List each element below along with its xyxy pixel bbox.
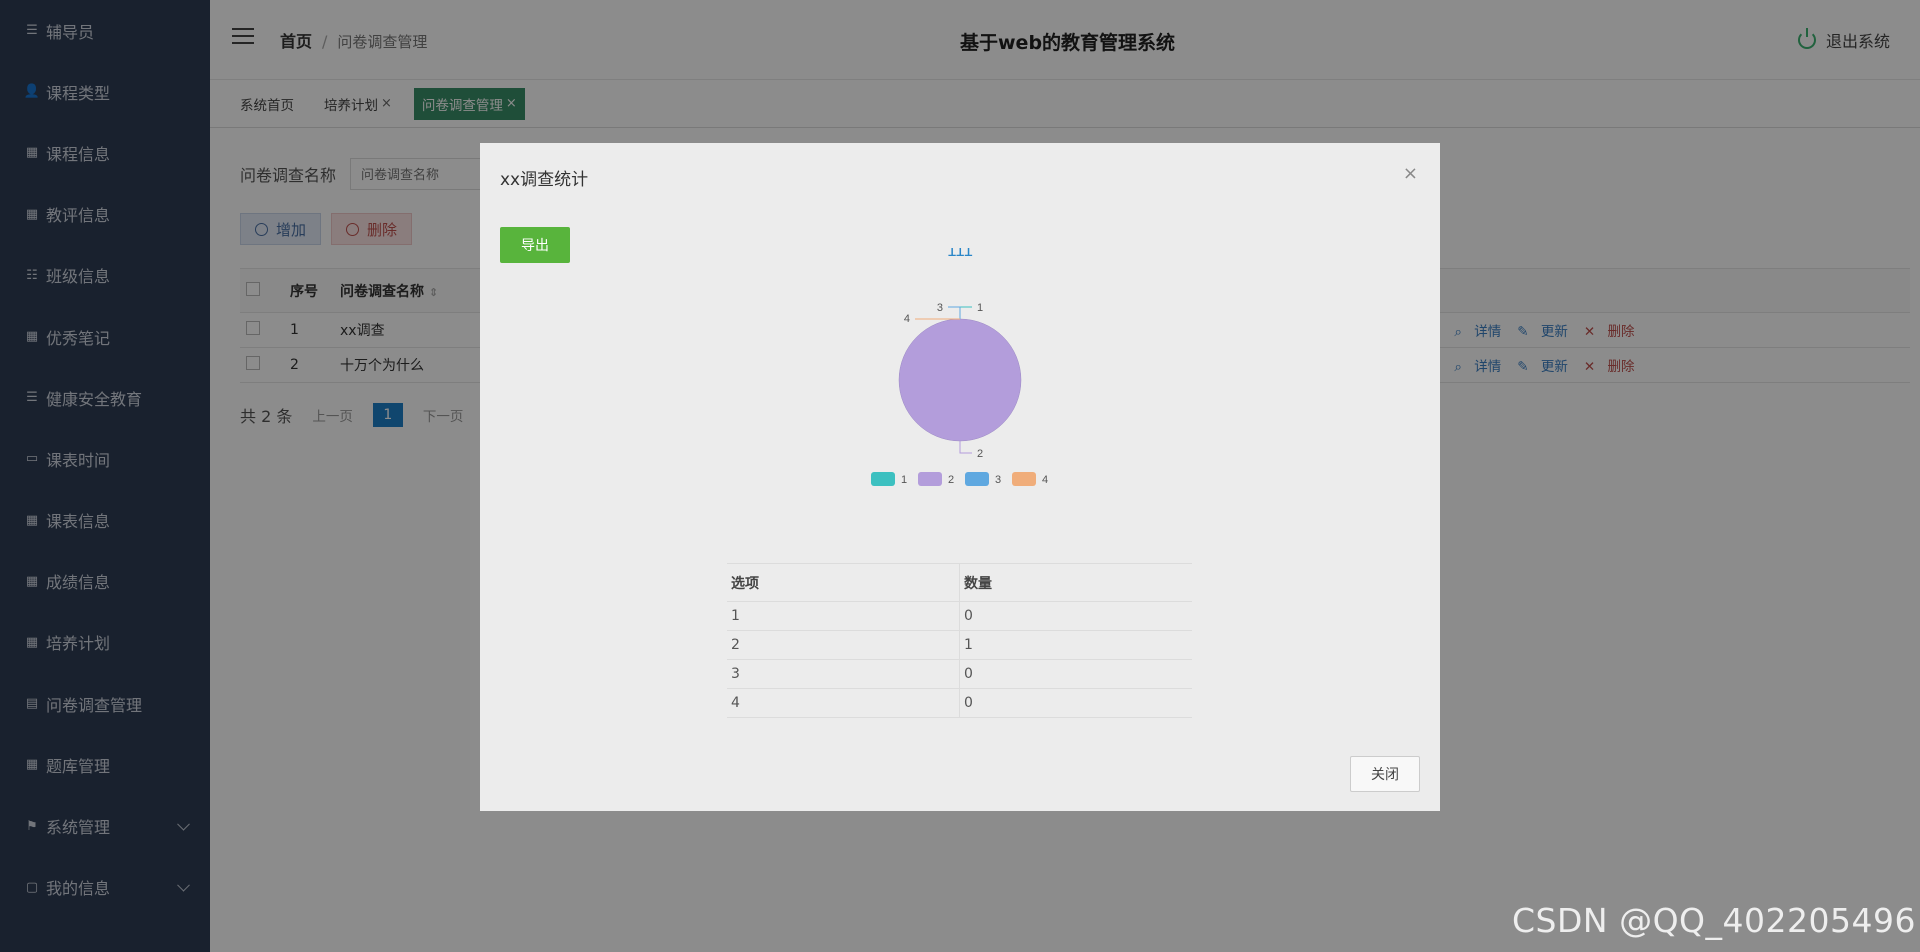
- pie-label: 1: [977, 302, 983, 314]
- modal-title: xx调查统计: [500, 170, 589, 190]
- stats-modal: xx调查统计 × 导出 111 1 2 3 4 1 2 3 4 选项 数量 10213040 关…: [480, 143, 1440, 811]
- stats-count: 0: [959, 601, 1192, 631]
- stats-count: 0: [959, 688, 1192, 718]
- stats-header-row: 选项 数量: [727, 563, 1192, 602]
- col-count: 数量: [959, 563, 1192, 602]
- stats-option: 3: [727, 659, 960, 689]
- legend-label: 1: [901, 474, 907, 486]
- stats-row: 30: [727, 659, 1192, 689]
- close-button[interactable]: 关闭: [1350, 756, 1420, 792]
- pie-label: 2: [977, 448, 983, 460]
- stats-option: 1: [727, 601, 960, 631]
- stats-row: 40: [727, 688, 1192, 718]
- stats-count: 1: [959, 630, 1192, 660]
- pie-label: 3: [937, 302, 943, 314]
- stats-option: 4: [727, 688, 960, 718]
- chart-title: 111: [947, 248, 973, 260]
- pie-label: 4: [904, 313, 910, 325]
- pie-label-line: [959, 441, 972, 454]
- stats-row: 10: [727, 601, 1192, 631]
- pie-chart: 111 1 2 3 4 1 2 3 4: [480, 241, 1440, 578]
- pie-label-line: [948, 306, 961, 319]
- legend-swatch[interactable]: [871, 472, 895, 486]
- legend-swatch[interactable]: [965, 472, 989, 486]
- col-option: 选项: [727, 563, 960, 602]
- stats-table: 选项 数量 10213040: [727, 563, 1192, 718]
- legend-label: 4: [1042, 474, 1048, 486]
- pie-label-line: [959, 306, 972, 319]
- watermark: CSDN @QQ_402205496: [1512, 901, 1916, 940]
- close-icon[interactable]: ×: [1403, 163, 1418, 184]
- legend-swatch[interactable]: [918, 472, 942, 486]
- stats-option: 2: [727, 630, 960, 660]
- pie-slice[interactable]: [898, 318, 1022, 442]
- legend-label: 3: [995, 474, 1001, 486]
- stats-row: 21: [727, 630, 1192, 660]
- legend-label: 2: [948, 474, 954, 486]
- stats-count: 0: [959, 659, 1192, 689]
- pie-chart-svg: 11112341 2 3 4: [871, 241, 1048, 486]
- legend-swatch[interactable]: [1012, 472, 1036, 486]
